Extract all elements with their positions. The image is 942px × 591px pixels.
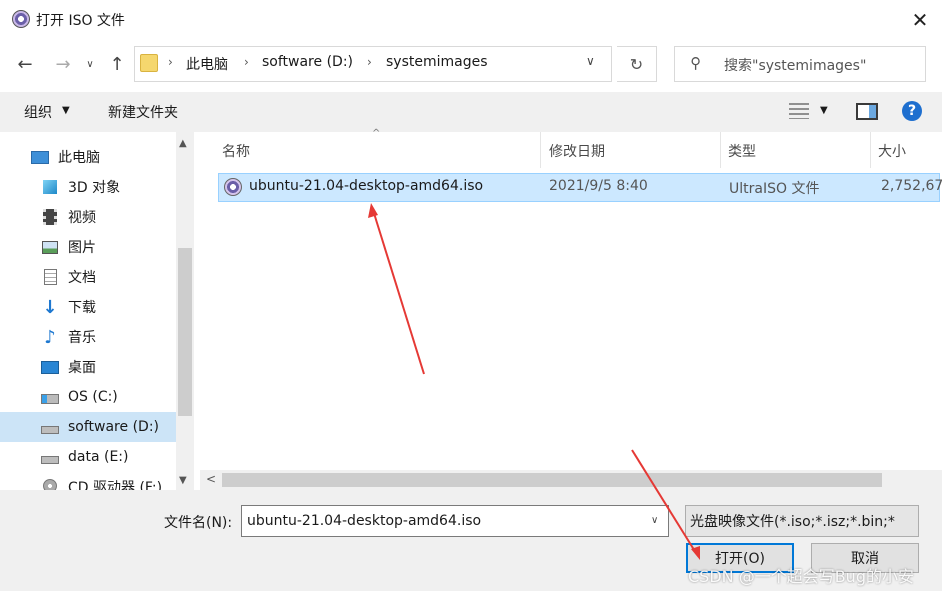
view-list-icon[interactable]	[789, 103, 809, 119]
nav-item-label: 文档	[68, 270, 96, 286]
chevron-right-icon[interactable]: ›	[244, 55, 249, 69]
preview-pane-icon[interactable]	[856, 103, 878, 120]
nav-item-desktop[interactable]: 桌面	[0, 353, 176, 381]
title-bar	[0, 0, 942, 40]
scroll-left-icon[interactable]: <	[206, 472, 216, 486]
music-note-icon: ♪	[44, 326, 56, 348]
file-type: UltraISO 文件	[729, 181, 820, 197]
refresh-icon[interactable]: ↻	[617, 46, 657, 82]
filename-input[interactable]	[241, 505, 669, 537]
window-title: 打开 ISO 文件	[36, 13, 125, 29]
monitor-icon	[30, 148, 50, 166]
nav-item-label: 音乐	[68, 330, 96, 346]
document-icon	[40, 268, 60, 286]
nav-item-label: 视频	[68, 210, 96, 226]
nav-item-drive-e[interactable]: data (E:)	[0, 443, 176, 471]
nav-item-cd-drive[interactable]: CD 驱动器 (F:)	[0, 473, 176, 490]
filename-label: 文件名(N):	[164, 515, 233, 531]
column-divider[interactable]	[540, 132, 541, 168]
nav-item-label: 下载	[68, 300, 96, 316]
column-header-size[interactable]: 大小	[878, 141, 906, 161]
column-header-type[interactable]: 类型	[728, 141, 756, 161]
chevron-down-icon[interactable]: ∨	[586, 54, 595, 68]
nav-item-label: 图片	[68, 240, 96, 256]
watermark: CSDN @一个超会写Bug的小安	[688, 567, 914, 586]
up-arrow-icon[interactable]: ↑	[104, 50, 130, 78]
nav-item-drive-d[interactable]: software (D:)	[0, 413, 176, 441]
chevron-right-icon[interactable]: ›	[367, 55, 372, 69]
nav-item-pictures[interactable]: 图片	[0, 233, 176, 261]
search-placeholder: 搜索"systemimages"	[724, 58, 867, 74]
sort-ascending-icon: ^	[372, 128, 381, 139]
film-icon	[40, 208, 60, 226]
chevron-down-icon[interactable]: ∨	[82, 50, 98, 78]
cube-icon	[40, 178, 60, 196]
download-arrow-icon: ↓	[42, 296, 58, 318]
folder-icon	[140, 54, 158, 72]
column-header-date[interactable]: 修改日期	[549, 141, 605, 161]
nav-item-label: data (E:)	[68, 449, 129, 465]
breadcrumb-item[interactable]: software (D:)	[262, 54, 353, 70]
nav-item-drive-c[interactable]: OS (C:)	[0, 383, 176, 411]
nav-item-label: CD 驱动器 (F:)	[68, 480, 163, 490]
annotation-arrow-file	[368, 203, 425, 375]
cd-drive-icon	[40, 477, 60, 490]
scroll-up-icon[interactable]: ▲	[179, 138, 187, 149]
desktop-icon	[40, 358, 60, 376]
organize-button[interactable]: 组织	[24, 102, 52, 122]
new-folder-button[interactable]: 新建文件夹	[108, 102, 178, 122]
help-icon[interactable]: ?	[902, 101, 922, 121]
column-divider[interactable]	[720, 132, 721, 168]
back-arrow-icon[interactable]: ←	[12, 50, 38, 78]
caret-down-icon[interactable]: ▼	[62, 105, 70, 116]
column-divider[interactable]	[870, 132, 871, 168]
file-date: 2021/9/5 8:40	[549, 178, 648, 194]
horizontal-scroll-thumb[interactable]	[222, 473, 882, 487]
drive-icon	[40, 448, 60, 466]
close-button[interactable]: ✕	[900, 4, 940, 36]
nav-item-music[interactable]: ♪ 音乐	[0, 323, 176, 351]
column-header-name[interactable]: 名称	[222, 141, 250, 161]
chevron-right-icon[interactable]: ›	[168, 55, 173, 69]
breadcrumb-item[interactable]: 此电脑	[186, 54, 228, 74]
disc-icon	[224, 178, 242, 196]
filetype-select[interactable]: 光盘映像文件(*.iso;*.isz;*.bin;*	[685, 505, 919, 537]
nav-item-downloads[interactable]: ↓ 下载	[0, 293, 176, 321]
nav-item-label: OS (C:)	[68, 389, 118, 405]
file-size: 2,752,67	[881, 178, 942, 194]
nav-item-videos[interactable]: 视频	[0, 203, 176, 231]
nav-item-documents[interactable]: 文档	[0, 263, 176, 291]
file-name[interactable]: ubuntu-21.04-desktop-amd64.iso	[249, 178, 483, 194]
forward-arrow-icon[interactable]: →	[50, 50, 76, 78]
nav-item-label: 3D 对象	[68, 180, 121, 196]
search-icon: ⚲	[690, 54, 701, 72]
nav-scroll-thumb[interactable]	[178, 248, 192, 416]
scroll-down-icon[interactable]: ▼	[179, 475, 187, 486]
nav-item-label: software (D:)	[68, 419, 159, 435]
windows-drive-icon	[40, 388, 60, 406]
caret-down-icon[interactable]: ▼	[820, 105, 828, 116]
nav-item-label: 桌面	[68, 360, 96, 376]
chevron-down-icon[interactable]: ∨	[651, 515, 658, 526]
drive-icon	[40, 418, 60, 436]
nav-item-this-pc[interactable]: 此电脑	[0, 143, 176, 171]
nav-item-label: 此电脑	[58, 150, 100, 166]
picture-icon	[40, 238, 60, 256]
breadcrumb-item[interactable]: systemimages	[386, 54, 488, 70]
disc-icon	[12, 10, 30, 28]
nav-item-3d-objects[interactable]: 3D 对象	[0, 173, 176, 201]
